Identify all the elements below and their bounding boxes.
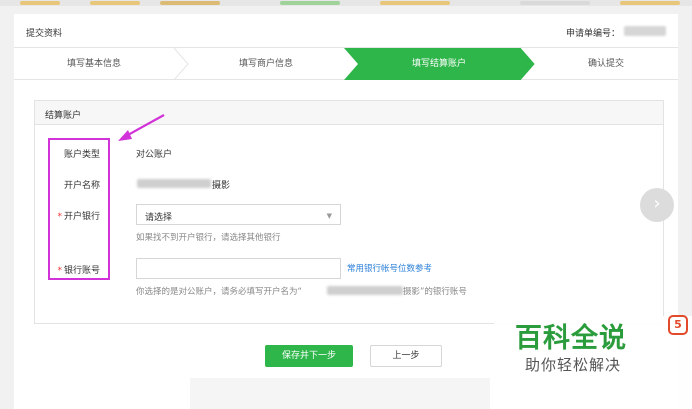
- bookmark-chip[interactable]: [520, 1, 590, 5]
- account-number-hint-suffix: 摄影”的银行账号: [403, 287, 467, 297]
- account-name-blurred: [137, 179, 211, 188]
- bottom-shade: [190, 378, 490, 409]
- bookmark-chip[interactable]: [280, 1, 340, 5]
- bank-hint: 如果找不到开户银行，请选择其他银行: [136, 233, 281, 243]
- card-title: 结算账户: [45, 111, 82, 121]
- order-number-label: 申请单编号：: [565, 29, 620, 39]
- bank-select[interactable]: 请选择 ▼: [136, 204, 341, 225]
- step-basic-info: 填写基本信息: [66, 59, 121, 69]
- bookmark-chip[interactable]: [620, 1, 680, 5]
- account-number-reference-link[interactable]: 常用银行帐号位数参考: [347, 262, 432, 274]
- order-number-blurred: [624, 26, 666, 36]
- bookmark-chip[interactable]: [380, 1, 450, 5]
- annotation-highlight-box: [48, 138, 110, 280]
- prev-step-button[interactable]: 上一步: [370, 345, 442, 367]
- account-name-suffix: 摄影: [212, 181, 231, 191]
- watermark-badge-icon: 5: [668, 315, 688, 335]
- watermark-logo-text: 百科全说: [515, 323, 627, 354]
- account-number-input[interactable]: [136, 258, 341, 279]
- account-type-value: 对公账户: [136, 150, 173, 160]
- watermark-slogan: 助你轻松解决: [525, 356, 622, 374]
- step-progress-bar: 填写基本信息 填写商户信息 填写结算账户 确认提交: [14, 48, 678, 80]
- page-title: 提交资料: [26, 29, 63, 39]
- step-settlement-account: 填写结算账户: [411, 59, 466, 69]
- bookmark-chip[interactable]: [20, 1, 60, 5]
- account-name-blurred-inline: [327, 286, 403, 295]
- bookmark-chip[interactable]: [160, 1, 220, 5]
- bookmark-chip[interactable]: [90, 1, 140, 5]
- account-number-hint-prefix: 你选择的是对公账户，请务必填写开户名为“: [136, 287, 302, 297]
- page-header: 提交资料 申请单编号：: [14, 14, 678, 48]
- browser-bookmark-strip: [0, 0, 692, 6]
- caret-down-icon: ▼: [326, 212, 332, 220]
- chevron-right-icon[interactable]: ›: [640, 188, 674, 222]
- step-merchant-info: 填写商户信息: [238, 59, 293, 69]
- annotation-arrow-icon: [118, 114, 165, 141]
- bank-select-value: 请选择: [145, 213, 173, 223]
- step-confirm-submit: 确认提交: [587, 59, 624, 69]
- save-next-button[interactable]: 保存并下一步: [265, 345, 353, 367]
